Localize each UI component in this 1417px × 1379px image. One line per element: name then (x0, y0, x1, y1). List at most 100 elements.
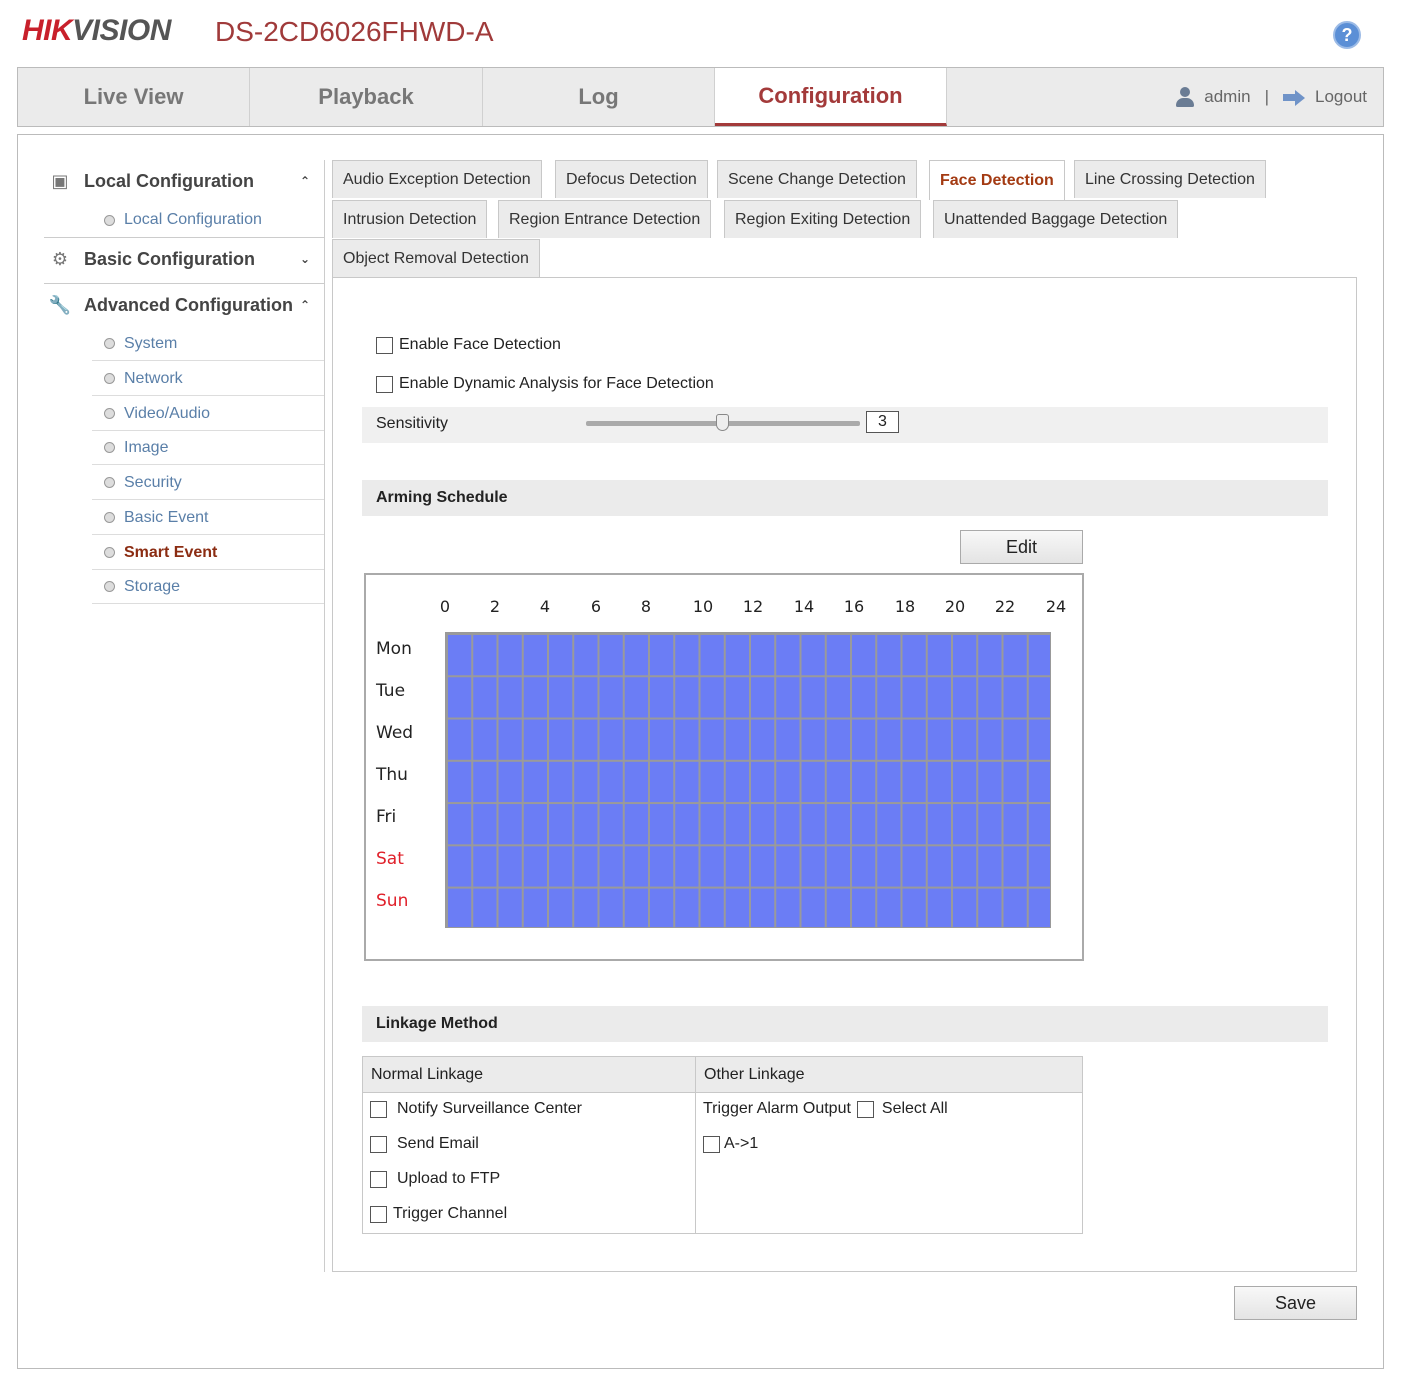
chevron-up-icon[interactable]: ⌃ (300, 298, 310, 312)
enable-dynamic-analysis-checkbox[interactable] (376, 375, 393, 393)
sidebar-item-storage[interactable]: Storage (92, 570, 324, 604)
sidebar-item-system[interactable]: System (92, 327, 324, 361)
linkage-column-divider (695, 1056, 696, 1234)
sidebar-item-basic-event[interactable]: Basic Event (92, 501, 324, 535)
sidebar-item-label: System (124, 334, 178, 352)
tab-region-exiting-detection[interactable]: Region Exiting Detection (724, 200, 922, 238)
tab-configuration[interactable]: Configuration (715, 68, 947, 126)
hour-label: 12 (742, 597, 764, 616)
sidebar-section-label: Local Configuration (84, 170, 254, 191)
tab-face-detection[interactable]: Face Detection (929, 160, 1065, 200)
sensitivity-value[interactable]: 3 (866, 411, 899, 433)
tab-region-entrance-detection[interactable]: Region Entrance Detection (498, 200, 712, 238)
trigger-channel-checkbox[interactable] (370, 1205, 387, 1223)
alarm-output-row: A->1 (703, 1135, 758, 1153)
bullet-icon (104, 442, 115, 453)
wrench-icon: 🔧 (48, 294, 72, 315)
chevron-down-icon[interactable]: ⌄ (300, 252, 310, 266)
hikvision-logo: HIKVISION (22, 14, 171, 47)
help-icon[interactable]: ? (1333, 21, 1361, 49)
tab-log[interactable]: Log (483, 68, 715, 126)
bullet-icon (104, 477, 115, 488)
sidebar-item-label: Storage (124, 577, 181, 595)
send-email-checkbox[interactable] (370, 1135, 387, 1153)
sidebar-section-label: Basic Configuration (84, 248, 256, 269)
hour-label: 4 (539, 597, 551, 616)
bullet-icon (104, 373, 115, 384)
sensitivity-slider-thumb[interactable] (716, 414, 729, 431)
trigger-channel-row: Trigger Channel (370, 1205, 507, 1223)
day-label-sun: Sun (376, 891, 409, 911)
sidebar-advanced-configuration[interactable]: 🔧 Advanced Configuration ⌃ (44, 284, 324, 326)
notify-surveillance-center-row: Notify Surveillance Center (370, 1100, 582, 1118)
alarm-output-label: A->1 (724, 1135, 759, 1152)
trigger-alarm-output-label: Trigger Alarm Output (703, 1100, 851, 1117)
bullet-icon (104, 214, 115, 226)
sidebar-item-image[interactable]: Image (92, 431, 324, 465)
tab-scene-change-detection[interactable]: Scene Change Detection (717, 160, 917, 198)
bullet-icon (104, 512, 115, 523)
hour-label: 14 (793, 597, 815, 616)
tab-object-removal-detection[interactable]: Object Removal Detection (332, 239, 540, 277)
tab-playback[interactable]: Playback (250, 68, 483, 126)
trigger-alarm-output-row: Trigger Alarm Output Select All (703, 1100, 948, 1118)
sidebar-item-label: Basic Event (124, 508, 209, 526)
tab-line-crossing-detection[interactable]: Line Crossing Detection (1074, 160, 1266, 198)
tab-unattended-baggage-detection[interactable]: Unattended Baggage Detection (933, 200, 1179, 238)
trigger-channel-label: Trigger Channel (393, 1205, 508, 1222)
send-email-label: Send Email (397, 1135, 479, 1152)
tab-live-view[interactable]: Live View (18, 68, 250, 126)
tab-audio-exception-detection[interactable]: Audio Exception Detection (332, 160, 542, 198)
hour-label: 8 (640, 597, 652, 616)
edit-schedule-button[interactable]: Edit (960, 530, 1083, 564)
username: admin (1204, 87, 1251, 106)
normal-linkage-header: Normal Linkage (363, 1057, 696, 1093)
send-email-row: Send Email (370, 1135, 479, 1153)
notify-surveillance-center-label: Notify Surveillance Center (397, 1100, 582, 1117)
user-area: admin | Logout (1174, 86, 1367, 108)
sidebar-item-label: Image (124, 438, 169, 456)
user-icon (1174, 86, 1196, 108)
schedule-grid[interactable] (445, 632, 1051, 928)
enable-face-detection-row: Enable Face Detection (376, 336, 561, 354)
sidebar-local-configuration[interactable]: ▣ Local Configuration ⌃ (44, 160, 324, 202)
hour-label: 24 (1045, 597, 1067, 616)
day-label-wed: Wed (376, 723, 414, 743)
bullet-icon (104, 581, 115, 592)
logout-icon[interactable] (1283, 89, 1307, 106)
enable-dynamic-analysis-row: Enable Dynamic Analysis for Face Detecti… (376, 375, 714, 393)
select-all-checkbox[interactable] (856, 1100, 874, 1118)
sidebar-item-video-audio[interactable]: Video/Audio (92, 397, 324, 431)
other-linkage-header: Other Linkage (696, 1057, 1082, 1093)
hour-label: 0 (439, 597, 451, 616)
hour-label: 2 (489, 597, 501, 616)
sidebar-item-smart-event[interactable]: Smart Event (92, 536, 324, 570)
upload-to-ftp-label: Upload to FTP (397, 1170, 501, 1187)
arming-schedule-header: Arming Schedule (362, 480, 1328, 516)
sidebar-divider (324, 160, 325, 1272)
bullet-icon (104, 408, 115, 419)
notify-surveillance-center-checkbox[interactable] (370, 1100, 387, 1118)
sidebar-basic-configuration[interactable]: ⚙ Basic Configuration ⌄ (44, 238, 324, 280)
day-label-mon: Mon (376, 639, 412, 659)
sidebar-item-label: Video/Audio (124, 404, 210, 422)
sensitivity-label: Sensitivity (376, 415, 449, 432)
chevron-up-icon[interactable]: ⌃ (300, 174, 310, 188)
enable-face-detection-checkbox[interactable] (376, 336, 393, 354)
sidebar-item-security[interactable]: Security (92, 466, 324, 500)
hour-label: 10 (692, 597, 714, 616)
tab-defocus-detection[interactable]: Defocus Detection (555, 160, 708, 198)
logout-link[interactable]: Logout (1315, 87, 1367, 107)
sidebar-item-network[interactable]: Network (92, 362, 324, 396)
alarm-output-checkbox[interactable] (703, 1135, 720, 1153)
device-model: DS-2CD6026FHWD-A (215, 16, 494, 47)
save-button[interactable]: Save (1234, 1286, 1357, 1320)
upload-to-ftp-checkbox[interactable] (370, 1170, 387, 1188)
sidebar-item-local-configuration[interactable]: Local Configuration (92, 203, 324, 237)
tab-intrusion-detection[interactable]: Intrusion Detection (332, 200, 488, 238)
sidebar-item-label: Smart Event (124, 543, 218, 561)
gear-icon: ⚙ (51, 248, 69, 269)
select-all-label: Select All (881, 1100, 948, 1117)
day-label-tue: Tue (376, 681, 406, 701)
hour-label: 22 (994, 597, 1016, 616)
